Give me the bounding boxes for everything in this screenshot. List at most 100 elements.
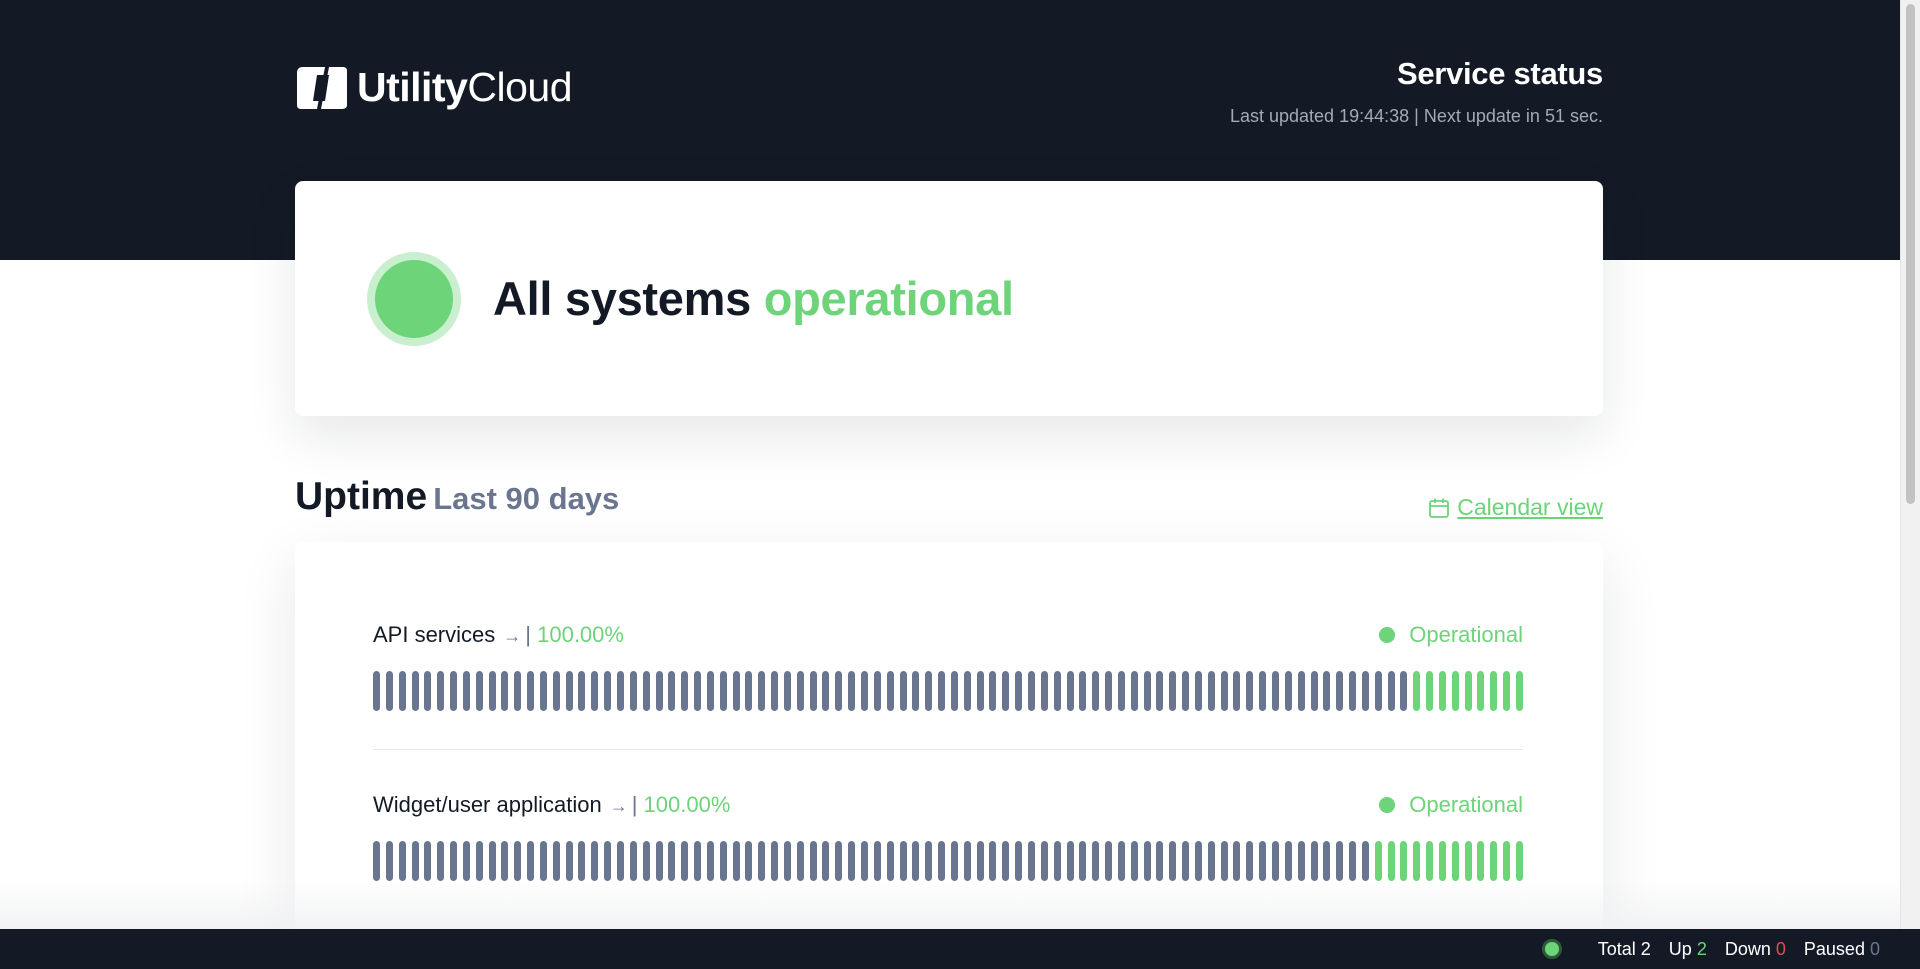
uptime-day-bar-nodata[interactable] — [706, 671, 714, 711]
uptime-day-bar-nodata[interactable] — [668, 671, 676, 711]
uptime-day-bar-nodata[interactable] — [886, 671, 894, 711]
uptime-day-bar-nodata[interactable] — [1040, 671, 1048, 711]
uptime-day-bar-nodata[interactable] — [527, 841, 535, 881]
uptime-day-bar-nodata[interactable] — [591, 671, 599, 711]
uptime-day-bar-nodata[interactable] — [796, 671, 804, 711]
uptime-day-bar-nodata[interactable] — [925, 671, 933, 711]
uptime-day-bar-nodata[interactable] — [488, 841, 496, 881]
uptime-day-bar-nodata[interactable] — [1156, 841, 1164, 881]
uptime-day-bar-nodata[interactable] — [617, 841, 624, 881]
uptime-day-bar-nodata[interactable] — [527, 671, 535, 711]
uptime-day-bar-nodata[interactable] — [1323, 671, 1331, 711]
uptime-day-bar-nodata[interactable] — [1027, 841, 1035, 881]
uptime-day-bar-nodata[interactable] — [604, 671, 612, 711]
scrollbar-thumb[interactable] — [1906, 4, 1915, 504]
uptime-day-bar-nodata[interactable] — [373, 671, 380, 711]
uptime-day-bar-nodata[interactable] — [437, 841, 445, 881]
uptime-day-bar-nodata[interactable] — [783, 671, 791, 711]
uptime-day-bar-up[interactable] — [1426, 671, 1434, 711]
uptime-day-bar-up[interactable] — [1503, 671, 1511, 711]
uptime-day-bar-nodata[interactable] — [462, 671, 470, 711]
uptime-day-bar-nodata[interactable] — [1374, 671, 1382, 711]
uptime-day-bar-nodata[interactable] — [1284, 671, 1292, 711]
uptime-day-bar-nodata[interactable] — [450, 841, 458, 881]
uptime-day-bar-up[interactable] — [1451, 671, 1459, 711]
uptime-day-bar-nodata[interactable] — [1297, 841, 1305, 881]
uptime-day-bar-nodata[interactable] — [411, 671, 419, 711]
uptime-day-bar-nodata[interactable] — [1143, 841, 1151, 881]
uptime-day-bar-nodata[interactable] — [552, 841, 560, 881]
monitor-title[interactable]: API services → | 100.00% — [373, 622, 624, 648]
uptime-day-bar-nodata[interactable] — [681, 671, 689, 711]
uptime-day-bar-nodata[interactable] — [552, 671, 560, 711]
uptime-day-bar-nodata[interactable] — [835, 671, 843, 711]
uptime-day-bar-nodata[interactable] — [1284, 841, 1292, 881]
uptime-day-bar-nodata[interactable] — [848, 671, 856, 711]
uptime-day-bar-up[interactable] — [1477, 841, 1485, 881]
uptime-day-bar-up[interactable] — [1464, 671, 1472, 711]
uptime-day-bar-nodata[interactable] — [1207, 841, 1215, 881]
uptime-day-bar-nodata[interactable] — [642, 671, 650, 711]
uptime-day-bar-up[interactable] — [1490, 841, 1498, 881]
uptime-day-bar-nodata[interactable] — [796, 841, 804, 881]
uptime-day-bar-nodata[interactable] — [565, 841, 573, 881]
uptime-day-bar-nodata[interactable] — [1092, 841, 1100, 881]
uptime-day-bar-nodata[interactable] — [411, 841, 419, 881]
uptime-day-bar-up[interactable] — [1516, 671, 1523, 711]
uptime-day-bar-nodata[interactable] — [629, 841, 637, 881]
uptime-day-bar-nodata[interactable] — [899, 671, 907, 711]
uptime-day-bar-up[interactable] — [1438, 671, 1446, 711]
uptime-day-bar-nodata[interactable] — [745, 841, 753, 881]
uptime-day-bar-nodata[interactable] — [1310, 841, 1318, 881]
uptime-day-bar-nodata[interactable] — [886, 841, 894, 881]
uptime-day-bar-nodata[interactable] — [1323, 841, 1331, 881]
uptime-day-bar-nodata[interactable] — [950, 671, 958, 711]
uptime-day-bar-nodata[interactable] — [950, 841, 958, 881]
uptime-day-bar-nodata[interactable] — [462, 841, 470, 881]
uptime-day-bar-nodata[interactable] — [655, 671, 663, 711]
uptime-day-bar-nodata[interactable] — [989, 841, 997, 881]
uptime-day-bar-nodata[interactable] — [1169, 671, 1177, 711]
uptime-day-bar-nodata[interactable] — [1259, 671, 1267, 711]
uptime-day-bar-nodata[interactable] — [424, 671, 432, 711]
uptime-day-bar-up[interactable] — [1516, 841, 1523, 881]
uptime-day-bar-nodata[interactable] — [1387, 671, 1395, 711]
uptime-day-bar-up[interactable] — [1477, 671, 1485, 711]
uptime-day-bar-nodata[interactable] — [1233, 671, 1241, 711]
uptime-day-bar-nodata[interactable] — [822, 841, 830, 881]
uptime-day-bar-nodata[interactable] — [501, 841, 509, 881]
uptime-day-bar-nodata[interactable] — [1105, 671, 1113, 711]
uptime-day-bar-nodata[interactable] — [912, 671, 920, 711]
uptime-day-bar-nodata[interactable] — [385, 671, 393, 711]
uptime-day-bar-nodata[interactable] — [488, 671, 496, 711]
uptime-day-bar-nodata[interactable] — [732, 841, 740, 881]
uptime-day-bar-nodata[interactable] — [835, 841, 843, 881]
uptime-day-bar-nodata[interactable] — [1182, 841, 1190, 881]
uptime-day-bar-nodata[interactable] — [514, 841, 522, 881]
uptime-day-bar-nodata[interactable] — [642, 841, 650, 881]
uptime-day-bar-nodata[interactable] — [514, 671, 522, 711]
uptime-day-bar-nodata[interactable] — [861, 671, 869, 711]
uptime-day-bar-nodata[interactable] — [539, 671, 547, 711]
uptime-day-bar-nodata[interactable] — [450, 671, 458, 711]
uptime-day-bar-nodata[interactable] — [475, 841, 483, 881]
monitor-title[interactable]: Widget/user application → | 100.00% — [373, 792, 730, 818]
uptime-day-bar-nodata[interactable] — [1015, 671, 1023, 711]
uptime-day-bar-nodata[interactable] — [976, 841, 984, 881]
uptime-day-bar-nodata[interactable] — [1066, 841, 1074, 881]
uptime-day-bar-up[interactable] — [1413, 841, 1421, 881]
uptime-day-bar-nodata[interactable] — [398, 671, 406, 711]
uptime-day-bar-nodata[interactable] — [783, 841, 791, 881]
uptime-day-bar-nodata[interactable] — [899, 841, 907, 881]
uptime-day-bar-nodata[interactable] — [1079, 841, 1087, 881]
uptime-day-bar-nodata[interactable] — [1246, 841, 1254, 881]
uptime-day-bar-nodata[interactable] — [963, 671, 971, 711]
uptime-day-bar-nodata[interactable] — [1027, 671, 1035, 711]
uptime-day-bar-nodata[interactable] — [655, 841, 663, 881]
uptime-day-bar-up[interactable] — [1400, 841, 1408, 881]
uptime-day-bar-up[interactable] — [1374, 841, 1382, 881]
uptime-day-bar-nodata[interactable] — [1194, 671, 1202, 711]
uptime-day-bar-nodata[interactable] — [771, 671, 779, 711]
uptime-day-bar-nodata[interactable] — [1092, 671, 1100, 711]
uptime-day-bar-nodata[interactable] — [1297, 671, 1305, 711]
